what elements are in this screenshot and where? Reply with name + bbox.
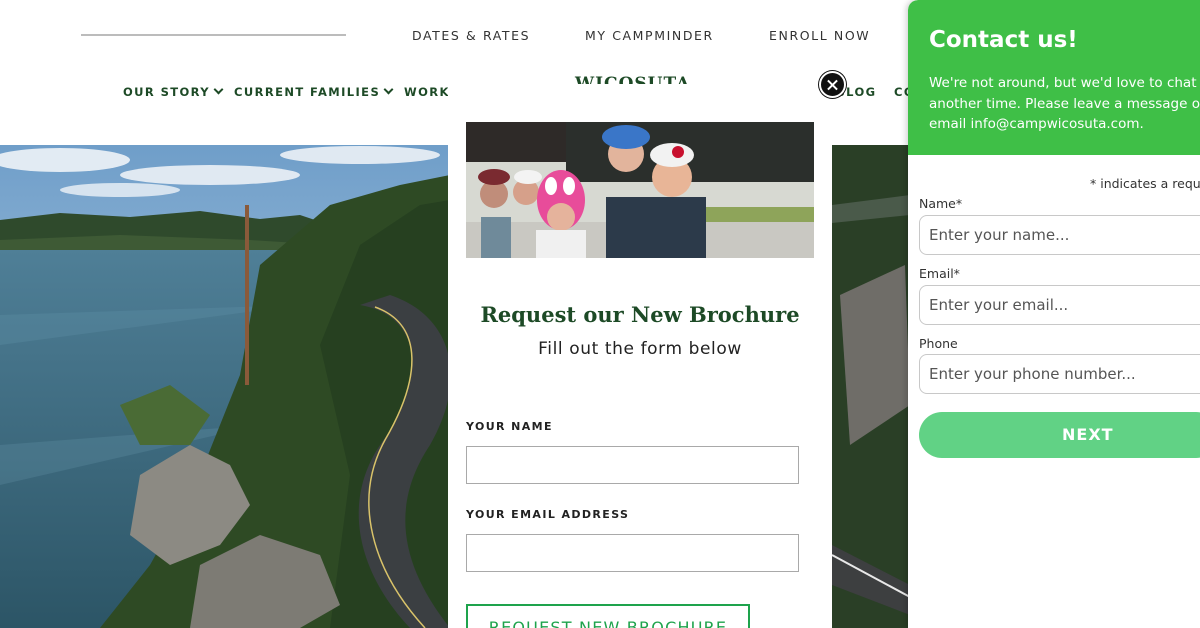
contact-title: Contact us!	[929, 27, 1078, 53]
required-field-note: * indicates a required field	[1090, 176, 1200, 191]
header-divider	[81, 34, 346, 36]
email-label: Email*	[919, 266, 960, 281]
enroll-now-link[interactable]: ENROLL NOW	[769, 28, 870, 43]
your-email-label: YOUR EMAIL ADDRESS	[466, 508, 630, 521]
brochure-subtitle: Fill out the form below	[538, 339, 742, 359]
close-icon[interactable]	[819, 71, 846, 98]
next-button[interactable]: NEXT	[919, 412, 1200, 458]
campers-illustration	[466, 122, 814, 258]
brochure-title: Request our New Brochure	[480, 302, 800, 327]
contact-widget: Contact us! We're not around, but we'd l…	[908, 0, 1200, 628]
campers-photo	[466, 122, 814, 258]
your-name-label: YOUR NAME	[466, 420, 553, 433]
dates-rates-link[interactable]: DATES & RATES	[412, 28, 530, 43]
my-campminder-link[interactable]: MY CAMPMINDER	[585, 28, 714, 43]
phone-input[interactable]	[919, 354, 1200, 394]
phone-label: Phone	[919, 336, 958, 351]
nav-current-families[interactable]: CURRENT FAMILIES	[234, 84, 394, 99]
name-label: Name*	[919, 196, 963, 211]
nav-our-story[interactable]: OUR STORY	[123, 84, 224, 99]
your-name-input[interactable]	[466, 446, 799, 484]
nav-work-label: WORK	[404, 85, 450, 99]
chevron-down-icon	[213, 84, 224, 95]
request-brochure-button[interactable]: REQUEST NEW BROCHURE	[466, 604, 750, 628]
nav-our-story-label: OUR STORY	[123, 85, 211, 99]
your-email-input[interactable]	[466, 534, 799, 572]
chevron-down-icon	[383, 84, 394, 95]
name-input[interactable]	[919, 215, 1200, 255]
contact-message: We're not around, but we'd love to chat …	[929, 75, 1200, 132]
email-input[interactable]	[919, 285, 1200, 325]
brochure-modal: Request our New Brochure Fill out the fo…	[448, 84, 832, 628]
nav-current-families-label: CURRENT FAMILIES	[234, 85, 381, 99]
nav-work[interactable]: WORK	[404, 85, 450, 99]
contact-widget-header: Contact us! We're not around, but we'd l…	[908, 0, 1200, 155]
